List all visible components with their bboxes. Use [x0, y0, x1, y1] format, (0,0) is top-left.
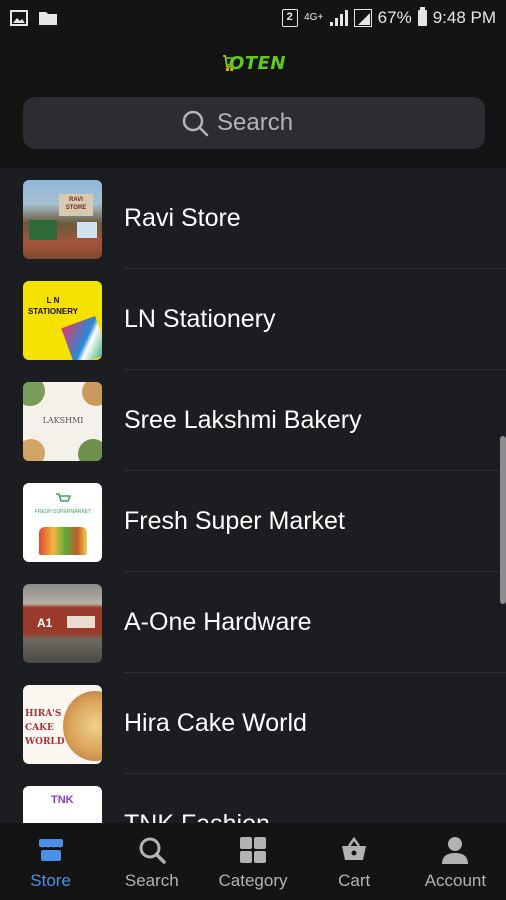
store-item-hira-cake-world[interactable]: HIRA'S CAKE WORLD Hira Cake World: [0, 673, 506, 774]
nav-label: Account: [424, 871, 487, 890]
store-icon: [38, 839, 63, 861]
nav-label: Store: [30, 871, 71, 890]
store-name: Hira Cake World: [124, 709, 307, 737]
nav-tab-cart[interactable]: Cart: [304, 823, 405, 900]
store-item-ravi-store[interactable]: RAVI STORE Ravi Store: [0, 168, 506, 269]
store-name: A-One Hardware: [124, 608, 312, 636]
store-thumbnail-text: HIRA'S CAKE WORLD: [25, 709, 65, 747]
folder-notification-icon: [39, 12, 57, 25]
search-bar[interactable]: [23, 97, 485, 149]
app-header: OTEN: [0, 36, 506, 168]
store-thumbnail-text: L N STATIONERY: [27, 296, 79, 316]
search-input[interactable]: [217, 109, 327, 137]
nav-tab-store[interactable]: Store: [0, 823, 101, 900]
clock: 9:48 PM: [432, 8, 496, 27]
bottom-navigation: Store Search Category Cart Account: [0, 823, 506, 900]
nav-tab-account[interactable]: Account: [405, 823, 506, 900]
store-thumbnail-text: FRESH SUPERMARKET: [34, 509, 92, 515]
logo-text: OTEN: [229, 52, 286, 74]
store-item-tnk-fashion[interactable]: TNK TNK Fashion: [0, 774, 506, 823]
store-thumbnail: LAKSHMI: [23, 382, 102, 461]
store-name: Ravi Store: [124, 204, 241, 232]
app-logo: OTEN: [222, 42, 286, 84]
store-thumbnail: HIRA'S CAKE WORLD: [23, 685, 102, 764]
category-grid-icon: [240, 837, 266, 863]
list-scrollbar[interactable]: [500, 436, 506, 604]
network-type: 4G+: [304, 12, 324, 23]
status-bar: 2 4G+ 67% 9:48 PM: [0, 0, 506, 36]
store-thumbnail-text: TNK: [51, 794, 74, 806]
nav-label: Search: [124, 871, 179, 890]
battery-percent: 67%: [377, 8, 412, 27]
store-thumbnail: A1: [23, 584, 102, 663]
account-icon: [442, 837, 469, 864]
store-thumbnail-text: RAVI STORE: [65, 197, 87, 211]
store-item-fresh-super-market[interactable]: FRESH SUPERMARKET Fresh Super Market: [0, 471, 506, 572]
store-name: LN Stationery: [124, 305, 276, 333]
nav-tab-category[interactable]: Category: [202, 823, 303, 900]
store-name: Fresh Super Market: [124, 507, 345, 535]
app-screen: 2 4G+ 67% 9:48 PM OTEN Search RAVI STORE…: [0, 0, 506, 900]
store-thumbnail: TNK: [23, 786, 102, 823]
cart-basket-icon: [342, 836, 367, 860]
search-icon: [182, 110, 209, 137]
store-thumbnail-text: A1: [37, 616, 53, 630]
sim-badge: 2: [281, 9, 298, 27]
search-icon: [139, 837, 166, 864]
store-thumbnail: L N STATIONERY: [23, 281, 102, 360]
signal-strength-icon: [353, 9, 372, 27]
nav-label: Category: [218, 871, 288, 890]
store-thumbnail-text: LAKSHMI: [42, 416, 84, 425]
nav-label: Cart: [338, 871, 371, 890]
store-item-sree-lakshmi-bakery[interactable]: LAKSHMI Sree Lakshmi Bakery: [0, 370, 506, 471]
store-name: Sree Lakshmi Bakery: [124, 406, 362, 434]
battery-icon: [417, 7, 427, 26]
store-thumbnail: FRESH SUPERMARKET: [23, 483, 102, 562]
gallery-notification-icon: [10, 10, 28, 26]
signal-icon: [329, 10, 348, 26]
store-name: TNK Fashion: [124, 810, 270, 823]
cart-logo-icon: [56, 493, 71, 502]
store-item-a-one-hardware[interactable]: A1 A-One Hardware: [0, 572, 506, 673]
nav-tab-search[interactable]: Search: [101, 823, 202, 900]
store-list: RAVI STORE Ravi Store L N STATIONERY LN …: [0, 168, 506, 823]
store-thumbnail: RAVI STORE: [23, 180, 102, 259]
store-item-ln-stationery[interactable]: L N STATIONERY LN Stationery: [0, 269, 506, 370]
